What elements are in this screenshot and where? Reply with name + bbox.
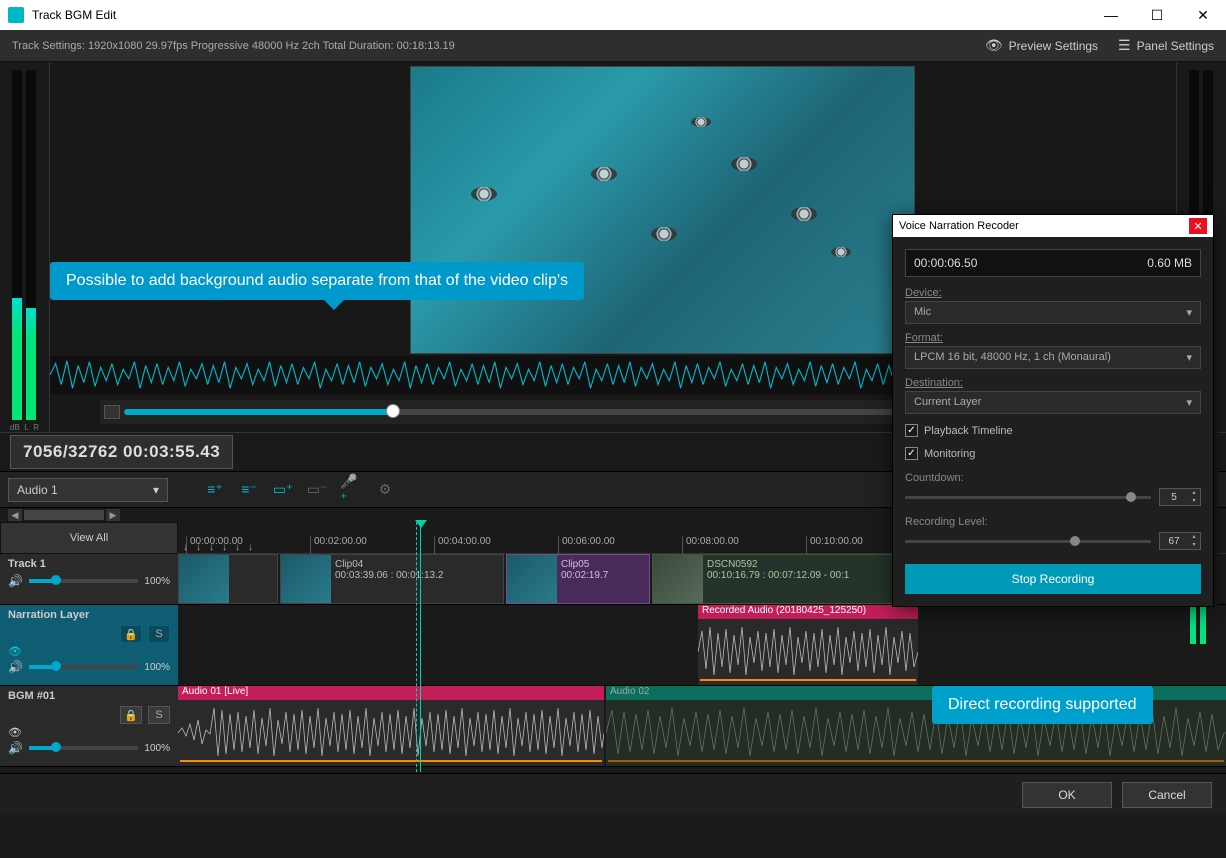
view-all-button[interactable]: View All: [0, 522, 178, 554]
chevron-down-icon: ▾: [1186, 306, 1192, 319]
lock-icon[interactable]: 🔒: [120, 625, 142, 643]
callout-direct-recording: Direct recording supported: [932, 686, 1153, 724]
preview-settings-link[interactable]: 👁 Preview Settings: [985, 37, 1098, 54]
eye-icon[interactable]: 👁: [8, 726, 22, 739]
ruler-tick: 00:06:00.00: [558, 536, 615, 554]
lock-icon[interactable]: 🔒: [120, 706, 142, 724]
scrub-thumb[interactable]: [386, 404, 400, 418]
device-label: Device:: [905, 287, 1201, 299]
volume-icon[interactable]: 🔊: [8, 741, 23, 755]
stop-recording-button[interactable]: Stop Recording: [905, 564, 1201, 594]
track-name: Track 1: [8, 558, 170, 570]
volume-icon[interactable]: 🔊: [8, 660, 23, 674]
ruler-tick: 00:08:00.00: [682, 536, 739, 554]
track-row-narration: Narration Layer 🔒 S 👁 🔊 100%: [0, 605, 1226, 686]
meter-l-label: L: [24, 423, 28, 432]
meter-db-label: dB: [10, 423, 20, 432]
ruler-tick: 00:04:00.00: [434, 536, 491, 554]
recorder-title-text: Voice Narration Recoder: [899, 220, 1019, 232]
chevron-down-icon: ▾: [1186, 396, 1192, 409]
audio-clip[interactable]: Recorded Audio (20180425_125250): [698, 619, 918, 685]
maximize-button[interactable]: ☐: [1134, 0, 1180, 30]
volume-percent: 100%: [144, 662, 170, 673]
dialog-button-bar: OK Cancel: [0, 773, 1226, 815]
format-select[interactable]: LPCM 16 bit, 48000 Hz, 1 ch (Monaural) ▾: [905, 346, 1201, 369]
add-folder-icon[interactable]: ▭⁺: [272, 479, 294, 501]
left-audio-meters: dB L R: [0, 62, 50, 432]
close-button[interactable]: ✕: [1180, 0, 1226, 30]
chevron-down-icon: ▾: [1186, 351, 1192, 364]
mic-add-icon[interactable]: 🎤⁺: [340, 479, 362, 501]
window-titlebar: Track BGM Edit — ☐ ✕: [0, 0, 1226, 30]
top-info-bar: Track Settings: 1920x1080 29.97fps Progr…: [0, 30, 1226, 62]
solo-button[interactable]: S: [148, 706, 170, 724]
eye-icon: 👁: [985, 37, 1003, 54]
gear-icon[interactable]: ⚙: [374, 479, 396, 501]
device-select[interactable]: Mic ▾: [905, 301, 1201, 324]
countdown-slider[interactable]: [905, 496, 1151, 499]
volume-slider[interactable]: [29, 665, 138, 669]
volume-icon[interactable]: 🔊: [8, 574, 23, 588]
track-name: BGM #01: [8, 690, 170, 702]
minimize-button[interactable]: —: [1088, 0, 1134, 30]
timecode-display: 7056/32762 00:03:55.43: [10, 435, 233, 469]
volume-percent: 100%: [144, 576, 170, 587]
countdown-spinner[interactable]: 5 ▴▾: [1159, 488, 1201, 506]
recorder-close-button[interactable]: ✕: [1189, 218, 1207, 234]
ruler-markers: ↓↓↓↓↓↓: [183, 542, 253, 553]
scroll-thumb[interactable]: [24, 510, 104, 520]
ok-button[interactable]: OK: [1022, 782, 1112, 808]
video-clip[interactable]: Clip04 00:03:39.06 : 00:01:13.2: [280, 554, 504, 604]
ruler-tick: 00:02:00.00: [310, 536, 367, 554]
eye-icon[interactable]: 👁: [8, 645, 22, 658]
scroll-left-icon[interactable]: ◀: [8, 509, 22, 521]
add-layer-icon[interactable]: ≡⁺: [204, 479, 226, 501]
scroll-right-icon[interactable]: ▶: [106, 509, 120, 521]
volume-slider[interactable]: [29, 579, 138, 583]
track-header-video: Track 1 🔊 100%: [0, 554, 178, 604]
meter-r-label: R: [33, 423, 39, 432]
remove-folder-icon[interactable]: ▭⁻: [306, 479, 328, 501]
track-header-narration: Narration Layer 🔒 S 👁 🔊 100%: [0, 605, 178, 685]
track-name: Narration Layer: [8, 609, 170, 621]
track-settings-text: Track Settings: 1920x1080 29.97fps Progr…: [12, 40, 455, 52]
rec-level-label: Recording Level:: [905, 516, 1201, 528]
remove-layer-icon[interactable]: ≡⁻: [238, 479, 260, 501]
chevron-down-icon: ▾: [153, 483, 159, 497]
scrub-zoom-out[interactable]: [104, 405, 120, 419]
video-clip[interactable]: Clip05 00:02:19.7: [506, 554, 650, 604]
rec-level-spinner[interactable]: 67 ▴▾: [1159, 532, 1201, 550]
volume-percent: 100%: [144, 743, 170, 754]
audio-clip[interactable]: Audio 01 [Live]: [178, 700, 604, 766]
solo-button[interactable]: S: [148, 625, 170, 643]
track-header-bgm: BGM #01 🔒 S 👁 🔊 100%: [0, 686, 178, 766]
destination-label: Destination:: [905, 377, 1201, 389]
monitoring-checkbox[interactable]: ✓Monitoring: [905, 447, 1201, 460]
recorder-time-display: 00:00:06.50 0.60 MB: [905, 249, 1201, 277]
playback-timeline-checkbox[interactable]: ✓Playback Timeline: [905, 424, 1201, 437]
voice-recorder-panel: Voice Narration Recoder ✕ 00:00:06.50 0.…: [892, 214, 1214, 607]
rec-level-slider[interactable]: [905, 540, 1151, 543]
cancel-button[interactable]: Cancel: [1122, 782, 1212, 808]
countdown-label: Countdown:: [905, 472, 1201, 484]
playhead[interactable]: [420, 522, 421, 772]
window-title: Track BGM Edit: [32, 8, 116, 22]
track-body-narration[interactable]: Recorded Audio (20180425_125250): [178, 605, 1226, 685]
sliders-icon: ☰: [1118, 37, 1131, 54]
panel-settings-link[interactable]: ☰ Panel Settings: [1118, 37, 1214, 54]
volume-slider[interactable]: [29, 746, 138, 750]
destination-select[interactable]: Current Layer ▾: [905, 391, 1201, 414]
ruler-tick: 00:10:00.00: [806, 536, 863, 554]
video-preview: [410, 66, 915, 354]
layer-select[interactable]: Audio 1 ▾: [8, 478, 168, 502]
video-clip[interactable]: [178, 554, 278, 604]
app-icon: [8, 7, 24, 23]
recorder-titlebar: Voice Narration Recoder ✕: [893, 215, 1213, 237]
callout-bg-audio: Possible to add background audio separat…: [50, 262, 584, 300]
format-label: Format:: [905, 332, 1201, 344]
